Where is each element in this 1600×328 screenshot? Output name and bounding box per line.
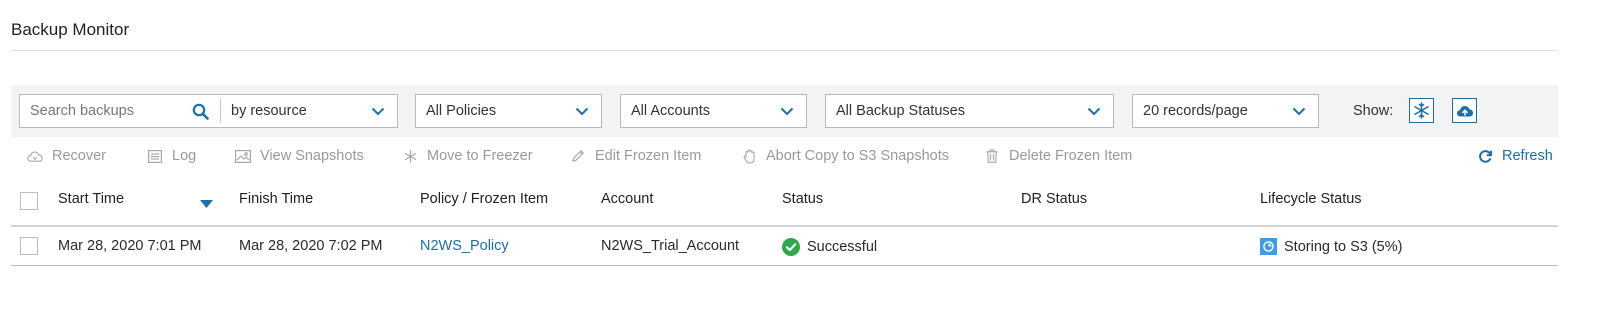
log-button[interactable]: Log	[147, 148, 196, 164]
policies-select[interactable]: All Policies	[415, 94, 602, 128]
action-toolbar: Recover Log View Snapshots Move to Freez…	[11, 145, 1558, 169]
backup-statuses-select-value: All Backup Statuses	[836, 103, 965, 119]
show-s3-toggle[interactable]	[1452, 98, 1477, 123]
page-title: Backup Monitor	[11, 20, 130, 39]
refresh-button[interactable]: Refresh	[1477, 148, 1553, 164]
move-to-freezer-label: Move to Freezer	[427, 148, 533, 164]
search-scope-select[interactable]: by resource	[221, 103, 371, 119]
refresh-icon	[1477, 148, 1493, 164]
abort-copy-label: Abort Copy to S3 Snapshots	[766, 148, 949, 164]
recover-label: Recover	[52, 148, 106, 164]
show-freezer-toggle[interactable]	[1409, 98, 1434, 123]
cloud-download-icon	[27, 148, 43, 164]
move-to-freezer-button[interactable]: Move to Freezer	[402, 148, 533, 164]
s3-storage-icon	[1260, 238, 1277, 255]
title-divider	[11, 50, 1558, 51]
filter-bar: by resource All Policies All Accounts Al…	[11, 85, 1558, 137]
cloud-upload-icon	[1456, 104, 1474, 118]
finish-time-cell: Mar 28, 2020 7:02 PM	[239, 238, 383, 254]
chevron-down-icon	[1292, 104, 1306, 118]
list-icon	[147, 148, 163, 164]
accounts-select[interactable]: All Accounts	[620, 94, 807, 128]
recover-button[interactable]: Recover	[27, 148, 106, 164]
backup-statuses-select[interactable]: All Backup Statuses	[825, 94, 1114, 128]
snowflake-icon	[1413, 102, 1430, 119]
sort-desc-icon[interactable]	[200, 195, 213, 213]
pencil-icon	[570, 148, 586, 164]
records-per-page-value: 20 records/page	[1143, 103, 1248, 119]
edit-frozen-item-button[interactable]: Edit Frozen Item	[570, 148, 701, 164]
show-label: Show:	[1353, 103, 1394, 119]
edit-frozen-item-label: Edit Frozen Item	[595, 148, 702, 164]
table-row[interactable]: Mar 28, 2020 7:01 PM Mar 28, 2020 7:02 P…	[11, 227, 1558, 266]
lifecycle-status-cell: Storing to S3 (5%)	[1260, 238, 1402, 255]
delete-frozen-item-label: Delete Frozen Item	[1009, 148, 1133, 164]
column-header-policy[interactable]: Policy / Frozen Item	[420, 191, 548, 207]
select-all-checkbox[interactable]	[20, 192, 38, 210]
column-header-start-time[interactable]: Start Time	[58, 191, 124, 207]
delete-frozen-item-button[interactable]: Delete Frozen Item	[984, 148, 1132, 164]
records-per-page-select[interactable]: 20 records/page	[1132, 94, 1319, 128]
search-icon[interactable]	[192, 102, 210, 120]
column-header-lifecycle-status[interactable]: Lifecycle Status	[1260, 191, 1362, 207]
hand-stop-icon	[741, 148, 757, 164]
row-checkbox[interactable]	[20, 237, 38, 255]
image-icon	[235, 148, 251, 164]
chevron-down-icon	[780, 104, 794, 118]
start-time-cell: Mar 28, 2020 7:01 PM	[58, 238, 202, 254]
policy-link[interactable]: N2WS_Policy	[420, 238, 509, 254]
column-header-status[interactable]: Status	[782, 191, 823, 207]
log-label: Log	[172, 148, 197, 164]
abort-copy-button[interactable]: Abort Copy to S3 Snapshots	[741, 148, 949, 164]
chevron-down-icon	[1087, 104, 1101, 118]
refresh-label: Refresh	[1502, 148, 1553, 164]
account-cell: N2WS_Trial_Account	[601, 238, 740, 254]
view-snapshots-button[interactable]: View Snapshots	[235, 148, 364, 164]
column-header-account[interactable]: Account	[601, 191, 653, 207]
status-cell: Successful	[782, 238, 877, 256]
check-circle-icon	[782, 238, 800, 256]
table-header: Start Time Finish Time Policy / Frozen I…	[11, 180, 1558, 227]
view-snapshots-label: View Snapshots	[260, 148, 364, 164]
search-box: by resource	[19, 94, 398, 128]
lifecycle-status-text: Storing to S3 (5%)	[1284, 238, 1403, 255]
chevron-down-icon[interactable]	[371, 104, 385, 118]
chevron-down-icon	[575, 104, 589, 118]
trash-icon	[984, 148, 1000, 164]
column-header-dr-status[interactable]: DR Status	[1021, 191, 1087, 207]
search-input[interactable]	[20, 102, 182, 120]
snowflake-icon	[402, 148, 418, 164]
column-header-finish-time[interactable]: Finish Time	[239, 191, 313, 207]
accounts-select-value: All Accounts	[631, 103, 710, 119]
status-text: Successful	[807, 239, 878, 255]
policies-select-value: All Policies	[426, 103, 497, 119]
